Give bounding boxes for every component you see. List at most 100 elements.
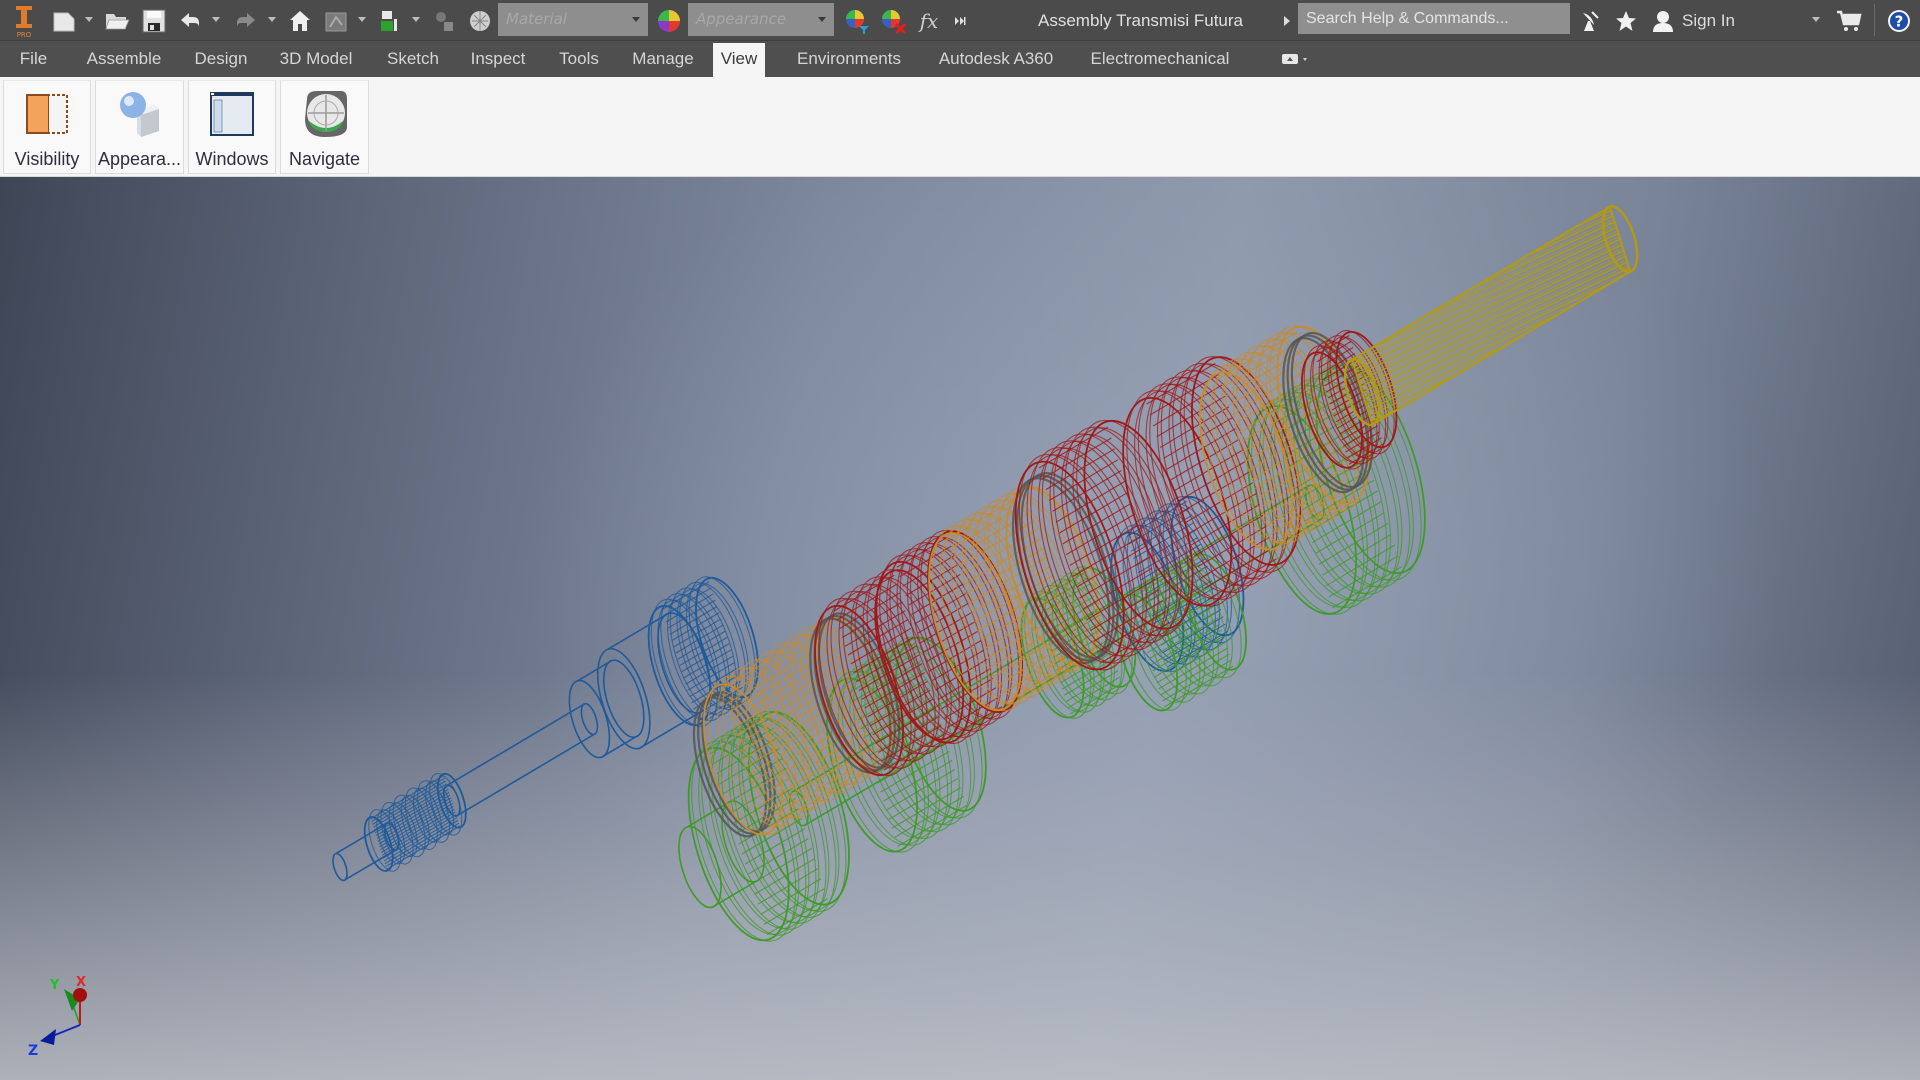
gear-2nd-tooth-line — [1048, 459, 1119, 501]
input-gear-tooth-line — [663, 587, 712, 617]
input-gear-tooth-line — [679, 637, 728, 667]
tab-file[interactable]: File — [0, 41, 67, 77]
app-menu-logo[interactable]: PRO — [6, 0, 42, 41]
appearance-combo-arrow — [818, 17, 826, 22]
select-priority-button[interactable] — [376, 0, 404, 41]
redo-button[interactable] — [231, 0, 259, 41]
tab-inspect[interactable]: Inspect — [462, 41, 534, 77]
countershaft-gear-2-tooth-line — [897, 805, 967, 847]
update-button[interactable] — [322, 0, 350, 41]
navigate-button[interactable]: Navigate — [280, 80, 369, 174]
x-axis-label: X — [76, 975, 86, 990]
material-combo-placeholder: Material — [506, 10, 567, 28]
document-title: Assembly Transmisi Futura — [1038, 11, 1243, 30]
output-shaft-body — [1350, 205, 1632, 427]
tab-design[interactable]: Design — [186, 41, 256, 77]
help-icon: ? — [1888, 9, 1910, 32]
material-combo[interactable]: Material — [498, 3, 648, 36]
search-expand-arrow[interactable] — [1280, 0, 1294, 41]
graphics-viewport[interactable]: Y X Z — [0, 177, 1920, 1080]
tab-electromechanical[interactable]: Electromechanical — [1080, 41, 1240, 77]
tab-label: Manage — [632, 49, 694, 68]
fx-icon: fx — [919, 8, 939, 33]
help-button[interactable]: ? — [1884, 0, 1914, 41]
appearance-combo[interactable]: Appearance — [688, 3, 834, 36]
tab-assemble[interactable]: Assemble — [80, 41, 168, 77]
appearance-button[interactable]: Appeara... — [95, 80, 184, 174]
appearance-label: Appeara... — [97, 149, 182, 169]
tab-label: Environments — [797, 49, 901, 68]
undo-dropdown-arrow[interactable] — [212, 17, 220, 22]
sign-in-dropdown-arrow[interactable] — [1812, 17, 1820, 22]
undo-icon — [181, 12, 199, 28]
input-gear-tooth-line — [681, 643, 730, 673]
update-dropdown-arrow[interactable] — [358, 17, 366, 22]
svg-text:?: ? — [1895, 12, 1904, 30]
z-axis-arrow — [40, 1029, 56, 1045]
adjust-appearance-button[interactable] — [842, 0, 872, 41]
subscription-button[interactable] — [1578, 0, 1604, 41]
input-gear-tooth-line — [677, 630, 726, 660]
visibility-icon — [26, 94, 68, 134]
new-dropdown-arrow[interactable] — [85, 17, 93, 22]
tab-label: Electromechanical — [1090, 49, 1230, 68]
x-axis-arrow — [73, 988, 87, 1002]
tab-label: Autodesk A360 — [938, 49, 1054, 68]
open-button[interactable] — [103, 0, 131, 41]
main-shaft-collar-end — [602, 659, 645, 738]
visibility-button[interactable]: Visibility — [3, 80, 91, 174]
quick-access-overflow-button[interactable] — [950, 0, 970, 41]
clear-appearance-button[interactable] — [878, 0, 908, 41]
redo-dropdown-arrow[interactable] — [268, 17, 276, 22]
select-priority-icon — [381, 10, 397, 31]
tab-label: Assemble — [86, 49, 162, 68]
overflow-icon — [955, 16, 966, 25]
svg-text:PRO: PRO — [17, 31, 32, 39]
tab-label: File — [19, 49, 48, 68]
appearance-sphere-icon — [658, 9, 680, 32]
new-button[interactable] — [50, 0, 78, 41]
favorites-button[interactable] — [1613, 0, 1639, 41]
search-help-input[interactable] — [1298, 3, 1570, 34]
appearance-combo-placeholder: Appearance — [696, 10, 787, 28]
main-shaft-flange-edge — [607, 612, 701, 749]
tab-autodesk-a360[interactable]: Autodesk A360 — [932, 41, 1060, 77]
tab-environments[interactable]: Environments — [784, 41, 914, 77]
undo-button[interactable] — [177, 0, 205, 41]
user-account-icon-button[interactable] — [1650, 0, 1676, 41]
tab-3d-model[interactable]: 3D Model — [272, 41, 360, 77]
save-button[interactable] — [140, 0, 168, 41]
material-combo-arrow — [632, 17, 640, 22]
toolbar-divider — [1874, 4, 1875, 36]
cart-button[interactable] — [1834, 0, 1864, 41]
z-axis-label: Z — [28, 1043, 38, 1055]
tab-manage[interactable]: Manage — [622, 41, 704, 77]
select-dropdown-arrow[interactable] — [412, 17, 420, 22]
tab-sketch[interactable]: Sketch — [378, 41, 448, 77]
panel-display-icon — [1282, 54, 1307, 64]
home-button[interactable] — [286, 0, 314, 41]
adjust-button[interactable] — [430, 0, 458, 41]
material-browser-button[interactable] — [466, 0, 494, 41]
main-shaft-collar-edge — [576, 659, 637, 758]
satellite-icon — [1583, 10, 1599, 31]
ribbon-tab-bar: File Assemble Design 3D Model Sketch Ins… — [0, 41, 1920, 77]
redo-icon — [237, 12, 255, 28]
tab-view[interactable]: View — [713, 43, 765, 77]
navigate-label: Navigate — [288, 149, 361, 169]
appearance-browser-button[interactable] — [654, 0, 684, 41]
windows-button[interactable]: Windows — [188, 80, 276, 174]
axis-triad: Y X Z — [28, 975, 87, 1055]
adjust-icon — [436, 11, 453, 31]
transmission-assembly-model[interactable] — [0, 177, 1920, 1080]
countershaft-gear-5-tooth-line — [1322, 533, 1392, 576]
tab-tools[interactable]: Tools — [550, 41, 608, 77]
tab-label: View — [720, 49, 758, 68]
parameters-button[interactable]: fx — [916, 0, 942, 41]
ribbon-display-toggle[interactable] — [1276, 41, 1316, 77]
save-icon — [142, 9, 166, 32]
sign-in-button[interactable]: Sign In — [1682, 0, 1735, 41]
appearance-icon — [119, 92, 159, 137]
tab-label: Tools — [559, 49, 599, 68]
update-icon — [325, 12, 347, 31]
